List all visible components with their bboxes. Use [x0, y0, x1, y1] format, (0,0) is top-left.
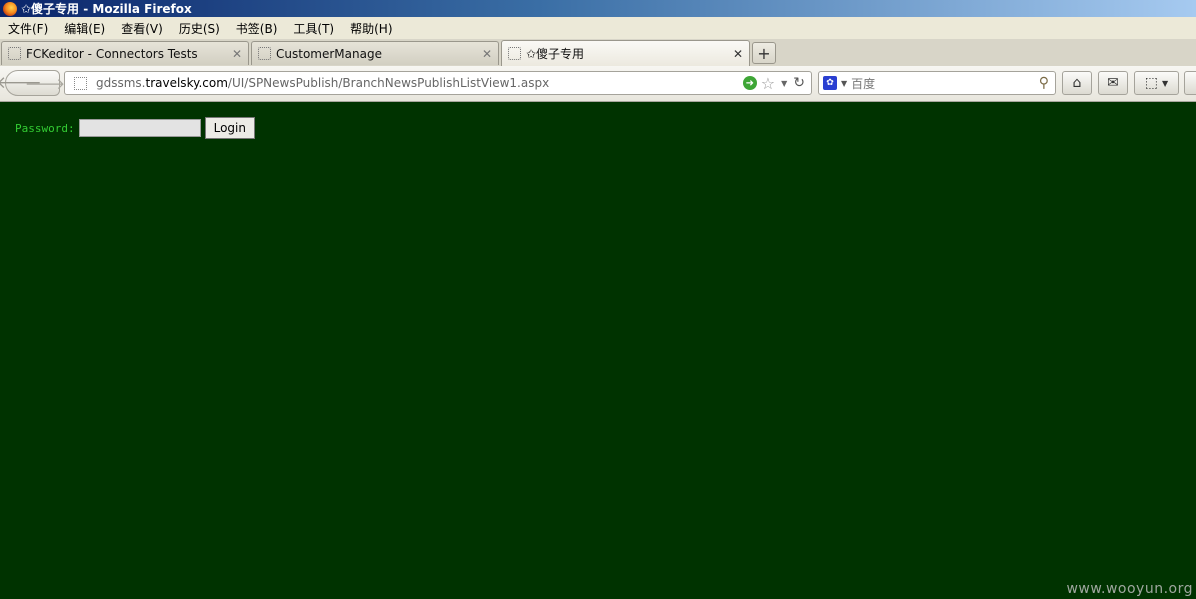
close-icon[interactable]: ✕	[230, 47, 244, 61]
url-path: /UI/SPNewsPublish/BranchNewsPublishListV…	[227, 76, 550, 90]
close-icon[interactable]: ✕	[480, 47, 494, 61]
search-input[interactable]: 百度	[851, 75, 1039, 92]
blank-page-icon	[508, 47, 521, 60]
tab-active[interactable]: ✩傻子专用 ✕	[501, 40, 750, 66]
mail-button[interactable]: ✉	[1098, 71, 1128, 95]
navigation-toolbar: 🡐 🡒 gdssms.travelsky.com/UI/SPNewsPublis…	[0, 66, 1196, 102]
url-prefix: gdssms.	[96, 76, 146, 90]
url-host: travelsky.com	[145, 76, 228, 90]
chevron-down-icon[interactable]: ▼	[781, 79, 787, 88]
firefox-logo-icon	[3, 1, 17, 16]
screenshot-icon: ⬚	[1144, 75, 1159, 91]
password-label: Password:	[15, 121, 75, 135]
blank-page-icon	[8, 47, 21, 60]
mail-icon: ✉	[1107, 75, 1119, 91]
tab-fckeditor[interactable]: FCKeditor - Connectors Tests ✕	[1, 41, 249, 65]
menu-tools[interactable]: 工具(T)	[285, 20, 342, 37]
address-bar[interactable]: gdssms.travelsky.com/UI/SPNewsPublish/Br…	[64, 71, 812, 95]
blank-page-icon	[258, 47, 271, 60]
url-text[interactable]: gdssms.travelsky.com/UI/SPNewsPublish/Br…	[96, 76, 743, 90]
tab-label: CustomerManage	[276, 46, 382, 61]
close-icon[interactable]: ✕	[731, 47, 745, 61]
window-titlebar: ✩傻子专用 - Mozilla Firefox	[0, 0, 1196, 17]
overflow-button[interactable]	[1184, 71, 1196, 95]
tab-strip: FCKeditor - Connectors Tests ✕ CustomerM…	[0, 39, 1196, 66]
new-tab-button[interactable]: +	[752, 42, 776, 64]
tab-label: ✩傻子专用	[526, 47, 585, 61]
reload-icon[interactable]: ↻	[793, 75, 805, 91]
tab-customermanage[interactable]: CustomerManage ✕	[251, 41, 499, 65]
tab-label: FCKeditor - Connectors Tests	[26, 46, 198, 61]
login-button[interactable]: Login	[204, 117, 255, 139]
login-form: Password: Login	[15, 117, 255, 139]
password-input[interactable]	[78, 119, 201, 137]
menu-help[interactable]: 帮助(H)	[342, 20, 400, 37]
menu-edit[interactable]: 编辑(E)	[56, 20, 113, 37]
screenshot-button[interactable]: ⬚ ▼	[1134, 71, 1179, 95]
magnifier-icon[interactable]: ⚲	[1039, 75, 1049, 91]
menu-file[interactable]: 文件(F)	[0, 20, 56, 37]
page-content: Password: Login www.wooyun.org	[0, 102, 1196, 599]
menu-history[interactable]: 历史(S)	[171, 20, 228, 37]
chevron-down-icon: ▼	[1162, 78, 1169, 88]
menu-bookmarks[interactable]: 书签(B)	[228, 20, 286, 37]
go-arrow-icon[interactable]: ➜	[742, 76, 757, 90]
home-icon: ⌂	[1072, 75, 1082, 91]
home-button[interactable]: ⌂	[1062, 71, 1092, 95]
menu-view[interactable]: 查看(V)	[113, 20, 171, 37]
forward-arrow-icon[interactable]: 🡒	[25, 73, 65, 93]
search-bar[interactable]: ✿ ▼ 百度 ⚲	[818, 71, 1056, 95]
window-title: ✩傻子专用 - Mozilla Firefox	[21, 2, 192, 16]
site-identity-icon[interactable]	[74, 76, 87, 90]
back-forward-group: 🡐 🡒	[0, 70, 65, 96]
star-icon[interactable]: ☆	[761, 74, 775, 93]
chevron-down-icon[interactable]: ▼	[841, 79, 847, 88]
watermark: www.wooyun.org	[1066, 581, 1193, 597]
menu-bar: 文件(F) 编辑(E) 查看(V) 历史(S) 书签(B) 工具(T) 帮助(H…	[0, 17, 1196, 40]
baidu-paw-icon[interactable]: ✿	[823, 76, 837, 90]
